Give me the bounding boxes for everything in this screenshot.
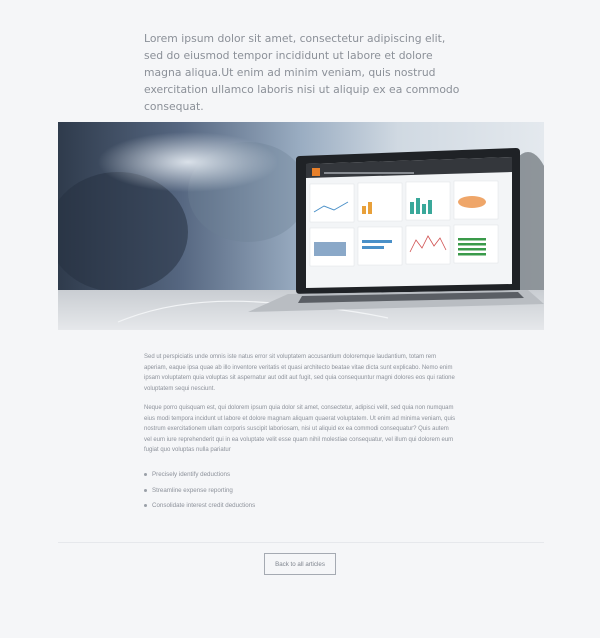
article-lead: Lorem ipsum dolor sit amet, consectetur … [144, 32, 460, 113]
article-paragraph: Sed ut perspiciatis unde omnis iste natu… [144, 354, 455, 392]
list-item: Precisely identify deductions [144, 467, 255, 483]
article-page: Lorem ipsum dolor sit amet, consectetur … [0, 0, 600, 638]
feature-list: Precisely identify deductions Streamline… [144, 467, 255, 514]
section-divider [58, 542, 544, 543]
article-paragraph: Neque porro quisquam est, qui dolorem ip… [144, 405, 456, 453]
laptop-dashboard-photo [58, 122, 544, 330]
list-item: Streamline expense reporting [144, 483, 255, 499]
back-to-articles-button[interactable]: Back to all articles [264, 553, 336, 575]
list-item: Consolidate interest credit deductions [144, 498, 255, 514]
hero-image [58, 122, 544, 330]
